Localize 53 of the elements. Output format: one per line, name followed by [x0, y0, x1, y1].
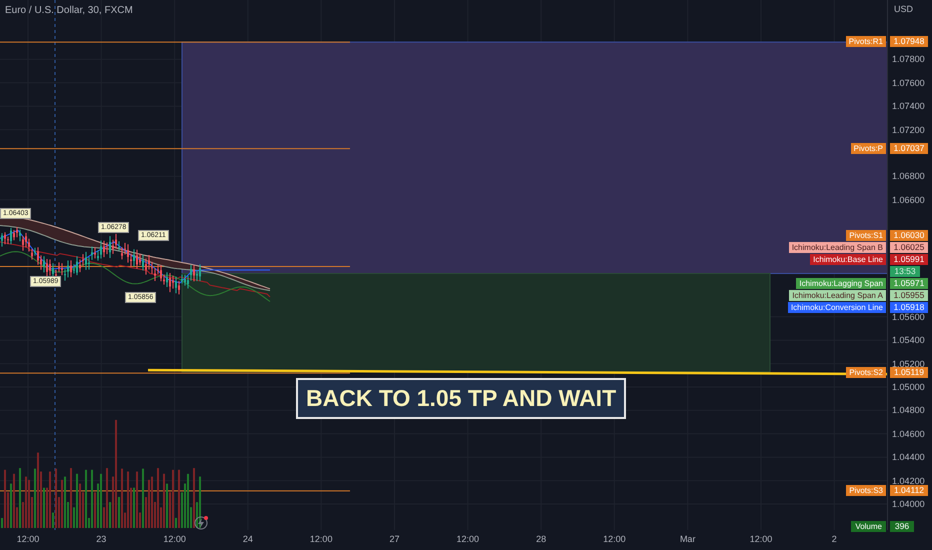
price-tick: 1.04000 [892, 498, 925, 510]
price-tag: 1.06030 [890, 230, 928, 241]
price-tick: 1.05600 [892, 310, 925, 323]
indicator-tag: Ichimoku:Leading Span B [788, 242, 886, 253]
price-tag: 1.04112 [890, 484, 928, 496]
indicator-tag: Ichimoku:Base Line [810, 254, 886, 265]
volume-tag: Volume [851, 521, 886, 532]
price-tag: 1.05918 [890, 302, 928, 313]
time-label: Mar [678, 534, 696, 544]
price-tag: 1.05991 [890, 254, 928, 265]
time-label: 27 [388, 534, 400, 544]
price-tag: 1.07037 [890, 142, 928, 154]
indicator-tag: Pivots:R1 [846, 36, 886, 48]
price-tick: 1.07600 [892, 76, 925, 89]
price-tag: 1.05971 [890, 278, 928, 289]
price-tick: 1.07400 [892, 100, 925, 112]
price-tag: 1.07948 [890, 36, 928, 48]
countdown-tag: 13:53 [890, 266, 920, 277]
indicator-tag: Ichimoku:Lagging Span [796, 278, 886, 289]
time-label: 24 [242, 534, 254, 544]
indicator-tag: Ichimoku:Leading Span A [789, 290, 886, 301]
time-label: 28 [535, 534, 548, 544]
price-tick: 1.04400 [892, 451, 925, 464]
price-tick: 1.05000 [892, 381, 925, 393]
indicator-tag: Pivots:S2 [846, 367, 886, 378]
currency-label: USD [894, 4, 914, 14]
indicator-tag: Pivots:S3 [846, 484, 886, 496]
indicator-tag: Pivots:S1 [846, 230, 886, 241]
annotation-text: BACK TO 1.05 TP AND WAIT [296, 378, 626, 419]
time-label: 12:00 [162, 534, 187, 544]
price-tick: 1.04200 [892, 474, 925, 487]
volume-value: 396 [890, 521, 914, 532]
time-label: 12:00 [602, 534, 627, 544]
price-tick: 1.06800 [892, 170, 925, 182]
time-label: 2 [830, 534, 838, 544]
symbol-title: Euro / U.S. Dollar, 30, FXCM [5, 5, 133, 16]
price-tag: 1.05119 [890, 367, 928, 378]
price-tag: 1.06025 [890, 242, 928, 253]
time-label: 23 [95, 534, 108, 544]
price-tick: 1.05200 [892, 358, 925, 369]
time-label: 12:00 [16, 534, 40, 544]
price-tick: 1.04800 [892, 404, 925, 416]
price-tick: 1.07800 [892, 53, 925, 66]
time-label: 12:00 [308, 534, 334, 544]
indicator-tag: Ichimoku:Conversion Line [788, 302, 886, 313]
price-tick: 1.04600 [892, 428, 925, 440]
time-label: 12:00 [748, 534, 774, 544]
price-tag: 1.05955 [890, 290, 928, 301]
price-tick: 1.07200 [892, 124, 925, 136]
lightning-icon[interactable] [194, 516, 208, 530]
time-label: 12:00 [456, 534, 480, 544]
price-tick: 1.05400 [892, 334, 925, 346]
price-tick: 1.06600 [892, 194, 925, 206]
